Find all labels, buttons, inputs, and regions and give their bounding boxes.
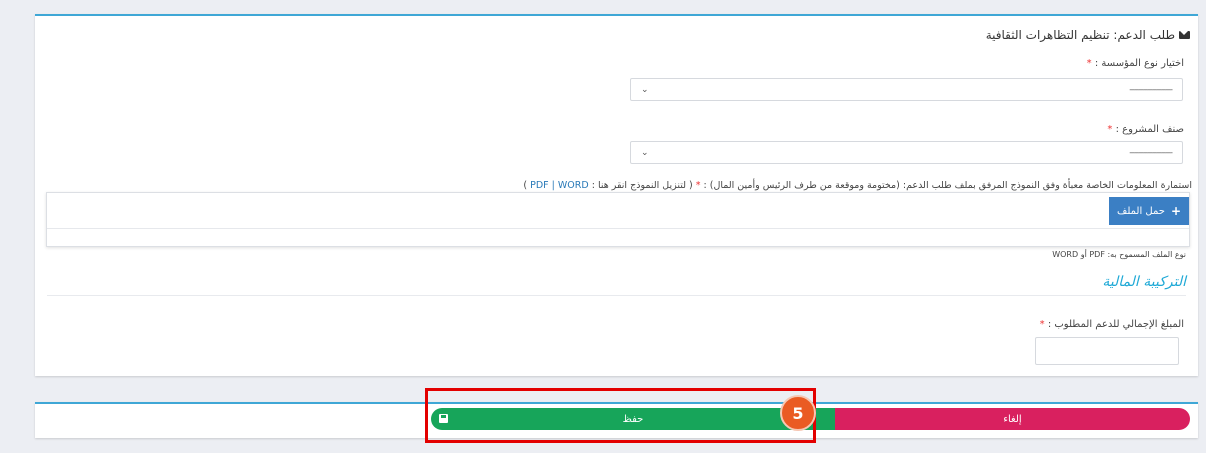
org-type-label-text: اختيار نوع المؤسسة : xyxy=(1094,58,1184,69)
plus-icon: + xyxy=(1170,204,1182,218)
chevron-down-icon: ⌄ xyxy=(641,147,649,158)
upload-file-button[interactable]: + حمل الملف xyxy=(1109,197,1189,225)
file-upload-box: + حمل الملف xyxy=(46,192,1190,247)
link-separator: | xyxy=(551,180,555,191)
pdf-template-link[interactable]: PDF xyxy=(530,180,549,191)
cancel-button-label: إلغاء xyxy=(1003,413,1022,425)
project-class-select[interactable]: ⌄ ------------------- xyxy=(630,141,1183,164)
project-class-label: صنف المشروع : * xyxy=(1107,124,1184,135)
section-divider xyxy=(47,295,1186,296)
required-mark: * xyxy=(695,180,701,191)
amount-input[interactable] xyxy=(1035,337,1179,365)
required-mark: * xyxy=(1107,124,1113,135)
step-badge: 5 xyxy=(780,395,816,431)
org-type-value: ------------------- xyxy=(1129,84,1173,95)
org-type-select[interactable]: ⌄ ------------------- xyxy=(630,78,1183,101)
org-type-label: اختيار نوع المؤسسة : * xyxy=(1087,58,1184,69)
allowed-types-note: نوع الملف المسموح به: PDF أو WORD xyxy=(1052,250,1186,259)
form-file-label: استمارة المعلومات الخاصة معبأة وفق النمو… xyxy=(523,180,1192,191)
amount-label: المبلغ الإجمالي للدعم المطلوب : * xyxy=(1040,319,1184,330)
support-request-panel: طلب الدعم: تنظيم التظاهرات الثقافية اختي… xyxy=(35,14,1198,376)
amount-label-text: المبلغ الإجمالي للدعم المطلوب : xyxy=(1047,319,1184,330)
required-mark: * xyxy=(1039,319,1045,330)
download-suffix: ) xyxy=(523,180,528,191)
panel-title: طلب الدعم: تنظيم التظاهرات الثقافية xyxy=(986,28,1190,42)
form-file-label-text: استمارة المعلومات الخاصة معبأة وفق النمو… xyxy=(703,180,1192,191)
highlight-box xyxy=(425,388,816,443)
finance-section-title: التركيبة المالية xyxy=(1102,274,1186,290)
cancel-button[interactable]: إلغاء xyxy=(835,408,1190,430)
panel-title-text: طلب الدعم: تنظيم التظاهرات الثقافية xyxy=(985,28,1175,42)
download-prefix: ( لتنزيل النموذج انقر هنا : xyxy=(591,180,693,191)
upload-button-label: حمل الملف xyxy=(1116,205,1165,217)
divider xyxy=(47,228,1189,229)
project-class-value: ------------------- xyxy=(1129,147,1173,158)
project-class-label-text: صنف المشروع : xyxy=(1115,124,1184,135)
required-mark: * xyxy=(1086,58,1092,69)
chevron-down-icon: ⌄ xyxy=(641,84,649,95)
word-template-link[interactable]: WORD xyxy=(558,180,589,191)
envelope-icon xyxy=(1179,31,1190,39)
